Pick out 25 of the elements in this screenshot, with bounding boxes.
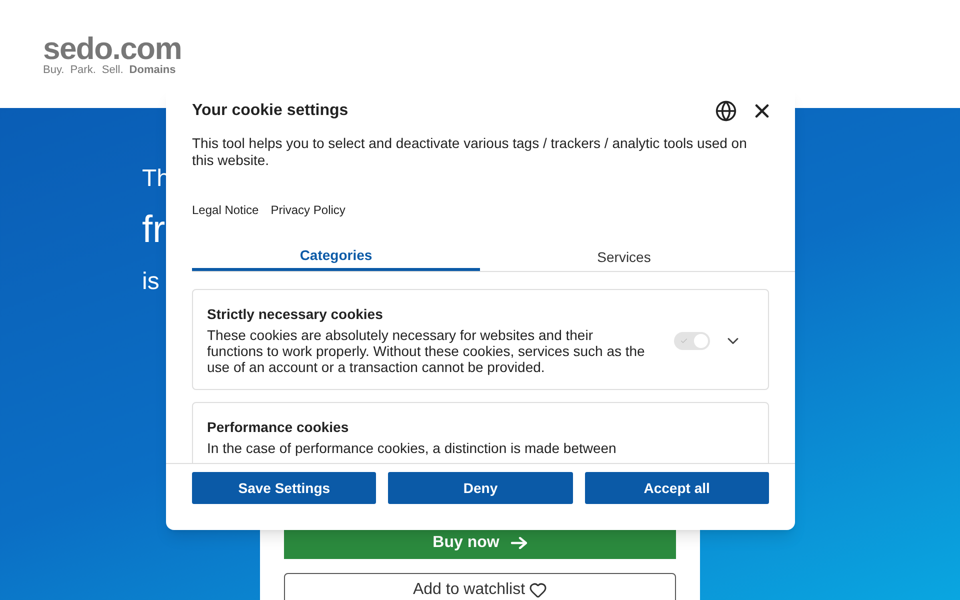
dialog-title: Your cookie settings — [192, 101, 348, 121]
dialog-button[interactable]: Deny — [388, 472, 573, 504]
add-to-watchlist-button[interactable]: Add to watchlist — [284, 573, 676, 600]
tab[interactable]: Services — [480, 243, 768, 271]
logo[interactable]: sedo.com — [43, 34, 960, 64]
tagline-word: Buy. — [43, 64, 64, 76]
dialog-button[interactable]: Accept all — [584, 472, 769, 504]
category-description: In the case of performance cookies, a distinction is made between — [207, 440, 618, 456]
category-title: Strictly necessary cookies — [207, 306, 384, 323]
tagline-word: Sell. — [102, 64, 124, 76]
footer-link[interactable]: Legal Notice — [192, 201, 259, 219]
hero-text: fr — [142, 208, 166, 252]
arrow-right-icon — [511, 537, 528, 549]
tagline-word: Domains — [129, 64, 176, 76]
dialog-description: This tool helps you to select and deactivate various tags / trackers / analytic tools used on this website. — [191, 135, 748, 169]
tagline-word: Park. — [70, 64, 96, 76]
heart-icon — [529, 581, 548, 599]
footer-link[interactable]: Privacy Policy — [270, 201, 346, 219]
check-icon — [680, 336, 688, 344]
dialog-button[interactable]: Save Settings — [192, 472, 376, 504]
globe-icon[interactable] — [715, 100, 737, 122]
hero-text: is — [142, 268, 160, 296]
tab[interactable]: Categories — [192, 243, 480, 271]
category-description: These cookies are absolutely necessary for websites and their functions to work properly. Without these cookies, services such as the use of an account or a transaction cannot be provided. — [207, 327, 646, 375]
category-title: Performance cookies — [207, 419, 350, 436]
